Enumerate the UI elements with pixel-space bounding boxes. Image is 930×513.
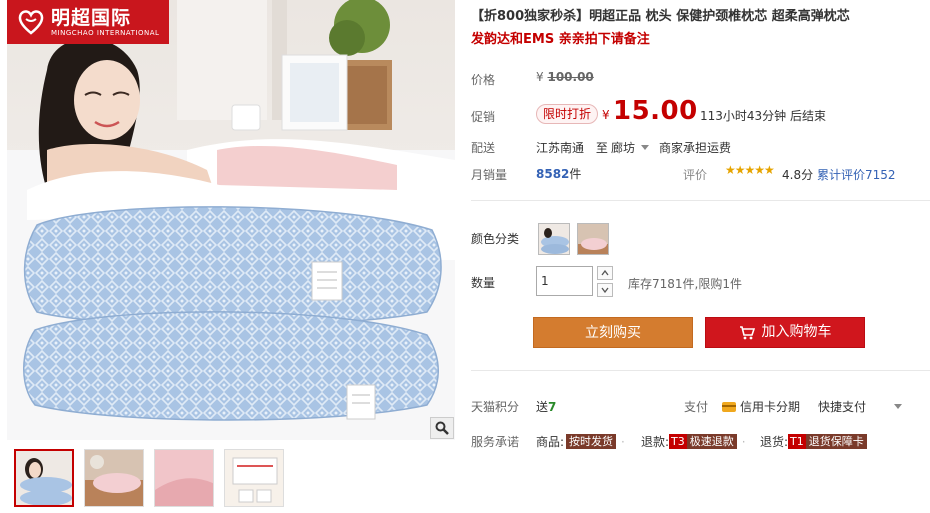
heart-logo-icon <box>18 10 44 35</box>
credit-installment-link[interactable]: 信用卡分期 <box>722 398 800 415</box>
promo-price: 15.00 <box>613 96 698 126</box>
rating-score: 4.8分 <box>782 168 814 182</box>
service-refund[interactable]: 退款: T3 极速退款 · <box>641 433 746 450</box>
service-refund-prefix: 退款: <box>641 435 670 449</box>
ship-destination-select[interactable]: 廊坊 <box>611 139 650 156</box>
stock-info: 库存7181件,限购1件 <box>628 277 742 291</box>
ship-to-word: 至 <box>595 141 608 155</box>
brand-logo-banner: 明超国际 MINGCHAO INTERNATIONAL <box>7 0 169 44</box>
thumbnail-3[interactable] <box>154 449 214 507</box>
ship-origin: 江苏南通 <box>536 141 585 155</box>
promo-badge: 限时打折 <box>536 104 599 124</box>
original-price: ¥ 100.00 <box>536 70 594 84</box>
credit-card-icon <box>722 401 736 412</box>
color-option-blue[interactable] <box>538 223 570 255</box>
sales-label: 月销量 <box>471 168 508 182</box>
quantity-input[interactable] <box>536 266 593 296</box>
thumb-pink-pillow-image <box>85 450 143 506</box>
service-refund-tag: 极速退款 <box>686 434 737 449</box>
payment-label: 支付 <box>684 400 709 414</box>
monthly-sales: 8582件 <box>536 165 581 182</box>
service-goods-tag: 按时发货 <box>566 434 617 449</box>
chevron-down-icon <box>641 145 650 150</box>
points-number: 7 <box>548 400 557 414</box>
thumb-woman-pillow-image <box>16 451 72 505</box>
sales-count: 8582 <box>536 167 570 181</box>
divider <box>471 200 930 201</box>
service-refund-badge: T3 <box>669 434 687 449</box>
main-product-image[interactable] <box>7 0 455 440</box>
color-option-pink[interactable] <box>577 223 609 255</box>
original-price-currency: ¥ <box>536 70 544 84</box>
product-subtitle: 发韵达和EMS 亲亲拍下请备注 <box>471 32 650 47</box>
service-return-tag: 退货保障卡 <box>805 434 867 449</box>
add-to-cart-label: 加入购物车 <box>761 324 832 340</box>
dot-separator-icon: · <box>741 434 746 449</box>
service-return-badge: T1 <box>788 434 806 449</box>
add-to-cart-button[interactable]: 加入购物车 <box>705 317 865 348</box>
product-title: 【折800独家秒杀】明超正品 枕头 保健护颈椎枕芯 超柔高弹枕芯 <box>471 9 850 24</box>
qty-label: 数量 <box>471 276 496 290</box>
ship-from: 江苏南通 至 <box>536 139 608 156</box>
review-count-link[interactable]: 累计评价7152 <box>817 166 896 183</box>
color-label: 颜色分类 <box>471 232 520 246</box>
buy-now-button[interactable]: 立刻购买 <box>533 317 693 348</box>
chevron-down-icon[interactable] <box>894 404 902 409</box>
blue-pillow-swatch-icon <box>539 224 569 254</box>
promo-currency: ¥ <box>602 108 610 122</box>
promo-label: 促销 <box>471 110 496 124</box>
product-photo-illustration <box>7 0 455 440</box>
service-return-prefix: 退货: <box>760 435 789 449</box>
product-info-panel: 【折800独家秒杀】明超正品 枕头 保健护颈椎枕芯 超柔高弹枕芯 发韵达和EMS… <box>471 0 930 513</box>
points-label: 天猫积分 <box>471 400 520 414</box>
brand-name-cn: 明超国际 <box>51 6 132 29</box>
thumb-fabric-closeup-image <box>155 450 213 506</box>
credit-installment-label: 信用卡分期 <box>740 400 801 414</box>
brand-name-en: MINGCHAO INTERNATIONAL <box>51 28 160 37</box>
chevron-up-icon <box>601 270 609 276</box>
dot-separator-icon: · <box>621 434 625 449</box>
promo-countdown: 113小时43分钟 后结束 <box>700 109 826 123</box>
ship-fee: 商家承担运费 <box>659 141 732 155</box>
product-gallery: 明超国际 MINGCHAO INTERNATIONAL <box>0 0 456 513</box>
price-label: 价格 <box>471 73 496 87</box>
points-text: 送 <box>536 400 549 414</box>
service-return[interactable]: 退货: T1 退货保障卡 <box>760 433 867 450</box>
quantity-increase-button[interactable] <box>597 266 613 280</box>
thumbnail-2[interactable] <box>84 449 144 507</box>
points-value: 送7 <box>536 398 556 415</box>
rating-stars-icon: ★★★★★ <box>725 163 775 177</box>
thumbnail-4[interactable] <box>224 449 284 507</box>
service-goods-prefix: 商品: <box>536 435 565 449</box>
quantity-decrease-button[interactable] <box>597 283 613 297</box>
magnifier-icon <box>435 421 449 435</box>
rating-label: 评价 <box>683 168 708 182</box>
quick-pay-link[interactable]: 快捷支付 <box>818 398 866 415</box>
cart-icon <box>739 325 755 339</box>
service-goods[interactable]: 商品: 按时发货 · <box>536 433 625 450</box>
ship-destination: 廊坊 <box>611 141 636 155</box>
thumbnail-1[interactable] <box>14 449 74 507</box>
service-label: 服务承诺 <box>471 435 520 449</box>
sales-unit: 件 <box>569 167 582 181</box>
thumb-label-image <box>225 450 283 506</box>
shipping-label: 配送 <box>471 141 496 155</box>
zoom-button[interactable] <box>430 417 454 439</box>
chevron-down-icon <box>601 287 609 293</box>
thumbnail-strip <box>14 449 284 509</box>
pink-pillow-swatch-icon <box>578 224 608 254</box>
divider <box>471 370 930 371</box>
original-price-value: 100.00 <box>547 70 594 84</box>
